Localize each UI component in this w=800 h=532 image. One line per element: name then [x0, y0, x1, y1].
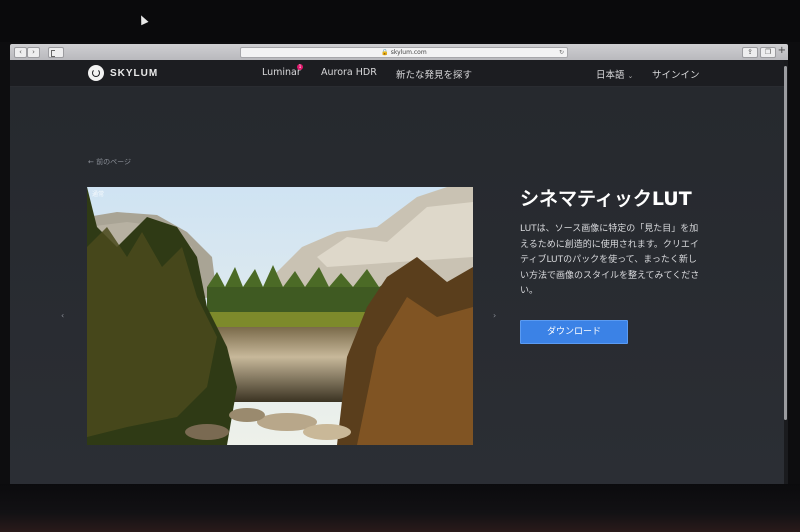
- lut-preview-image: [87, 187, 473, 445]
- nav-aurora-hdr[interactable]: Aurora HDR: [321, 67, 377, 78]
- language-label: 日本語: [596, 70, 625, 81]
- tabs-overview-button[interactable]: ❐: [760, 47, 776, 58]
- sidebar-toggle-icon[interactable]: [48, 47, 64, 58]
- next-arrow-icon[interactable]: ›: [493, 311, 496, 320]
- language-selector[interactable]: 日本語 ⌄: [596, 67, 633, 81]
- photo-label: 通常: [92, 191, 105, 198]
- reload-icon[interactable]: ↻: [559, 48, 564, 57]
- new-tab-button[interactable]: +: [778, 46, 786, 56]
- brand-name: SKYLUM: [110, 67, 159, 79]
- skylum-logo[interactable]: SKYLUM: [88, 64, 158, 82]
- download-button[interactable]: ダウンロード: [520, 320, 628, 344]
- landscape-illustration: [87, 187, 473, 445]
- monitor-bezel-top: [0, 0, 800, 42]
- product-description: LUTは、ソース画像に特定の「見た目」を加えるために創造的に使用されます。クリエ…: [520, 224, 700, 296]
- address-text: 🔒 skylum.com: [381, 49, 427, 56]
- chevron-down-icon: ⌄: [627, 72, 634, 80]
- monitor-bezel-bottom: [0, 484, 800, 532]
- browser-forward-button[interactable]: ›: [27, 47, 40, 58]
- page-title: シネマティックLUT: [520, 188, 692, 210]
- address-bar[interactable]: 🔒 skylum.com ↻: [240, 47, 568, 58]
- site-header: SKYLUM Luminar 1 Aurora HDR 新たな発見を探す 日本語…: [10, 60, 788, 87]
- skylum-logo-icon: [88, 65, 104, 81]
- browser-back-button[interactable]: ‹: [14, 47, 27, 58]
- back-link[interactable]: ← 前のページ: [88, 157, 131, 167]
- signin-link[interactable]: サインイン: [652, 67, 700, 81]
- share-button[interactable]: ⇪: [742, 47, 758, 58]
- previous-arrow-icon[interactable]: ‹: [61, 311, 64, 320]
- browser-toolbar: ‹ › 🔒 skylum.com ↻ ⇪ ❐ +: [10, 44, 788, 60]
- luminar-badge: 1: [297, 64, 303, 70]
- nav-discover[interactable]: 新たな発見を探す: [396, 67, 472, 81]
- scrollbar-thumb[interactable]: [784, 66, 787, 420]
- nav-luminar[interactable]: Luminar: [262, 67, 301, 78]
